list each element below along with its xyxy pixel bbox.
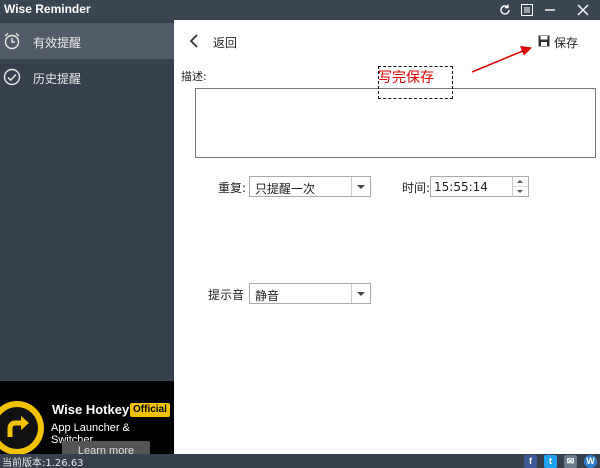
minimize-icon[interactable]	[541, 1, 559, 19]
refresh-icon[interactable]	[496, 1, 514, 19]
sidebar: 有效提醒 历史提醒 Wise Hotkey Official App Launc…	[0, 20, 174, 468]
main-panel: 返回 保存 描述: 写完保存 重复: 只提醒一次 时间: 15:55:14 提示…	[174, 20, 600, 454]
sound-label: 提示音	[208, 288, 245, 302]
repeat-select-value: 只提醒一次	[255, 182, 316, 196]
description-label: 描述:	[181, 70, 207, 83]
close-icon[interactable]	[574, 1, 592, 19]
status-bar: 当前版本:1.26.63 f t ✉ W	[0, 454, 600, 468]
facebook-icon[interactable]: f	[524, 455, 537, 468]
sidebar-item-label: 有效提醒	[33, 36, 82, 50]
alarm-clock-icon	[3, 32, 21, 50]
sidebar-item-label: 历史提醒	[33, 72, 82, 86]
promo-title: Wise Hotkey	[52, 402, 130, 417]
time-label: 时间:	[402, 181, 431, 195]
save-label: 保存	[554, 36, 579, 50]
chevron-left-icon[interactable]	[188, 33, 200, 49]
twitter-icon[interactable]: t	[544, 455, 557, 468]
promo-badge: Official	[130, 403, 170, 417]
time-decrement-button[interactable]	[512, 187, 528, 197]
annotation-text: 写完保存	[378, 70, 434, 86]
wise-hotkey-logo-icon	[0, 399, 46, 457]
window-title: Wise Reminder	[4, 2, 91, 16]
repeat-label: 重复:	[218, 181, 247, 195]
save-button[interactable]: 保存	[538, 33, 582, 51]
chevron-down-icon[interactable]	[351, 284, 370, 303]
title-bar: Wise Reminder	[0, 0, 600, 20]
version-label: 当前版本:1.26.63	[2, 458, 84, 468]
check-circle-icon	[3, 68, 21, 86]
mail-icon[interactable]: ✉	[564, 455, 577, 468]
sidebar-item-active-reminders[interactable]: 有效提醒	[0, 23, 174, 59]
sidebar-item-history[interactable]: 历史提醒	[0, 59, 174, 95]
time-increment-button[interactable]	[512, 177, 528, 187]
wise-icon[interactable]: W	[584, 455, 597, 468]
annotation-arrow-icon	[471, 46, 532, 73]
chevron-down-icon[interactable]	[351, 177, 370, 196]
menu-icon[interactable]	[518, 1, 536, 19]
sound-select-value: 静音	[255, 289, 280, 303]
sound-select[interactable]: 静音	[249, 283, 371, 304]
time-input[interactable]: 15:55:14	[430, 176, 529, 197]
time-value: 15:55:14	[434, 180, 488, 194]
back-button[interactable]: 返回	[213, 34, 237, 51]
repeat-select[interactable]: 只提醒一次	[249, 176, 371, 197]
